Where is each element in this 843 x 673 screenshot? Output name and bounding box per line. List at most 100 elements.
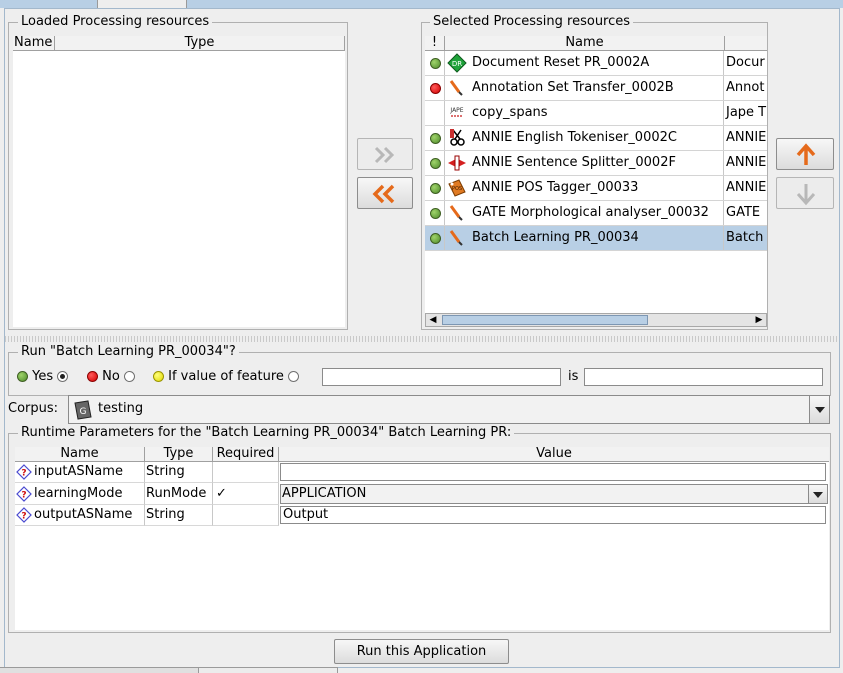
column-header-type[interactable]: Type <box>55 36 345 51</box>
corpus-value: testing <box>98 401 144 416</box>
run-if-feature-radio[interactable] <box>288 371 300 382</box>
resource-row[interactable]: ANNIE Sentence Splitter_0002F ANNIE <box>425 151 767 176</box>
run-if-feature-label: If value of feature <box>168 369 284 384</box>
feature-name-input[interactable] <box>322 368 561 386</box>
is-label: is <box>568 369 579 384</box>
svg-text:G: G <box>80 407 87 417</box>
resource-row[interactable]: Annotation Set Transfer_0002B Annot <box>425 76 767 101</box>
corpus-dropdown-button[interactable] <box>809 396 829 423</box>
column-header-name[interactable]: Name <box>445 36 725 51</box>
morph-pen-icon <box>449 205 463 221</box>
add-resource-button[interactable] <box>357 138 413 170</box>
resource-name: Document Reset PR_0002A <box>472 55 650 70</box>
bottom-tab-initialisation[interactable] <box>198 667 338 673</box>
resource-type: Jape T <box>726 105 767 120</box>
runtime-parameters-table[interactable]: Name Type Required Value ? inputASName St… <box>15 447 829 630</box>
parameter-value-input[interactable]: Output <box>280 506 826 524</box>
remove-resource-button[interactable] <box>357 177 413 209</box>
parameter-type: String <box>145 462 213 483</box>
scroll-left-icon[interactable]: ◀ <box>427 315 439 325</box>
parameter-row[interactable]: ? inputASName String <box>15 462 829 483</box>
status-green-icon <box>430 208 441 219</box>
resource-type: GATE <box>726 205 761 220</box>
corpus-select[interactable]: G testing <box>68 395 830 424</box>
run-yes-label: Yes <box>32 369 54 384</box>
resource-name: ANNIE English Tokeniser_0002C <box>472 130 677 145</box>
learning-mode-dropdown-button[interactable] <box>808 485 827 503</box>
status-red-icon <box>430 83 441 94</box>
column-header-name[interactable]: Name <box>15 447 145 462</box>
resource-type: ANNIE <box>726 180 767 195</box>
run-condition-group: Run "Batch Learning PR_00034"? Yes No If… <box>8 345 831 396</box>
splitter-icon <box>448 155 466 171</box>
resource-row[interactable]: ANNIE English Tokeniser_0002C ANNIE <box>425 126 767 151</box>
resource-name: ANNIE POS Tagger_00033 <box>472 180 639 195</box>
selected-resources-title: Selected Processing resources <box>430 15 634 29</box>
split-pane-divider[interactable] <box>5 336 839 342</box>
double-chevron-left-icon <box>372 184 395 204</box>
arrow-up-icon <box>796 143 816 165</box>
bottom-tab-application-editor[interactable] <box>0 667 198 673</box>
move-down-button[interactable] <box>776 177 834 209</box>
svg-text:?: ? <box>21 490 26 500</box>
column-header-value[interactable]: Value <box>279 447 829 462</box>
status-green-icon <box>430 133 441 144</box>
double-chevron-right-icon <box>374 146 395 164</box>
run-yes-radio[interactable] <box>57 371 69 382</box>
jape-icon: JAPE <box>449 107 464 117</box>
column-header-type[interactable]: Type <box>145 447 213 462</box>
svg-text:?: ? <box>21 468 26 478</box>
svg-text:?: ? <box>21 511 26 521</box>
loaded-resources-group: Loaded Processing resources Name Type <box>8 15 348 330</box>
resource-row-selected[interactable]: Batch Learning PR_00034 Batch <box>425 226 767 251</box>
resource-name: copy_spans <box>472 105 548 120</box>
document-reset-icon: DR <box>447 53 467 73</box>
resource-type: ANNIE <box>726 155 767 170</box>
column-header-name[interactable]: Name <box>13 36 55 51</box>
feature-value-input[interactable] <box>584 368 823 386</box>
scroll-right-icon[interactable]: ▶ <box>753 315 765 325</box>
resource-type: ANNIE <box>726 130 767 145</box>
loaded-resources-table[interactable]: Name Type <box>13 36 345 327</box>
column-header-run-flag[interactable]: ! <box>425 36 445 51</box>
run-application-button[interactable]: Run this Application <box>334 639 509 664</box>
arrow-down-icon <box>796 184 816 206</box>
resource-row[interactable]: GATE Morphological analyser_00032 GATE <box>425 201 767 226</box>
resource-name: ANNIE Sentence Splitter_0002F <box>472 155 676 170</box>
help-icon: ? <box>16 485 32 502</box>
status-red-icon <box>87 371 98 382</box>
resource-row[interactable]: JAPE copy_spans Jape T <box>425 101 767 126</box>
run-no-label: No <box>102 369 120 384</box>
column-header-required[interactable]: Required <box>213 447 279 462</box>
runtime-parameters-group: Runtime Parameters for the "Batch Learni… <box>8 426 831 633</box>
column-header-type[interactable] <box>725 36 767 51</box>
scrollbar-thumb[interactable] <box>442 315 648 325</box>
move-up-button[interactable] <box>776 138 834 170</box>
resource-name: Annotation Set Transfer_0002B <box>472 80 674 95</box>
parameter-row[interactable]: ? learningMode RunMode ✓ APPLICATION <box>15 483 829 505</box>
corpus-label: Corpus: <box>8 401 59 416</box>
parameter-row[interactable]: ? outputASName String Output <box>15 505 829 526</box>
resource-row[interactable]: DR Document Reset PR_0002A Docur <box>425 51 767 76</box>
run-no-radio[interactable] <box>123 371 135 382</box>
jape-pen-icon <box>449 80 463 96</box>
loaded-resources-title: Loaded Processing resources <box>18 15 213 29</box>
svg-text:DR: DR <box>452 60 462 68</box>
parameter-name: outputASName <box>34 507 133 522</box>
resource-type: Batch <box>726 230 764 245</box>
resource-name: GATE Morphological analyser_00032 <box>472 205 709 220</box>
selected-resources-table[interactable]: ! Name DR Document Reset PR_0002A Docur … <box>425 36 767 313</box>
status-green-icon <box>430 58 441 69</box>
learning-pen-icon <box>449 230 463 246</box>
learning-mode-select[interactable]: APPLICATION <box>280 484 828 504</box>
pos-tagger-icon: POS <box>448 179 466 197</box>
resource-name: Batch Learning PR_00034 <box>472 230 639 245</box>
resource-row[interactable]: POS ANNIE POS Tagger_00033 ANNIE <box>425 176 767 201</box>
status-yellow-icon <box>153 371 164 382</box>
svg-text:JAPE: JAPE <box>449 107 463 114</box>
parameter-value-input[interactable] <box>280 463 826 481</box>
active-window-tab[interactable] <box>97 0 187 8</box>
runtime-parameters-title: Runtime Parameters for the "Batch Learni… <box>18 426 515 440</box>
horizontal-scrollbar[interactable]: ◀ ▶ <box>425 313 767 327</box>
svg-text:POS: POS <box>452 186 462 192</box>
